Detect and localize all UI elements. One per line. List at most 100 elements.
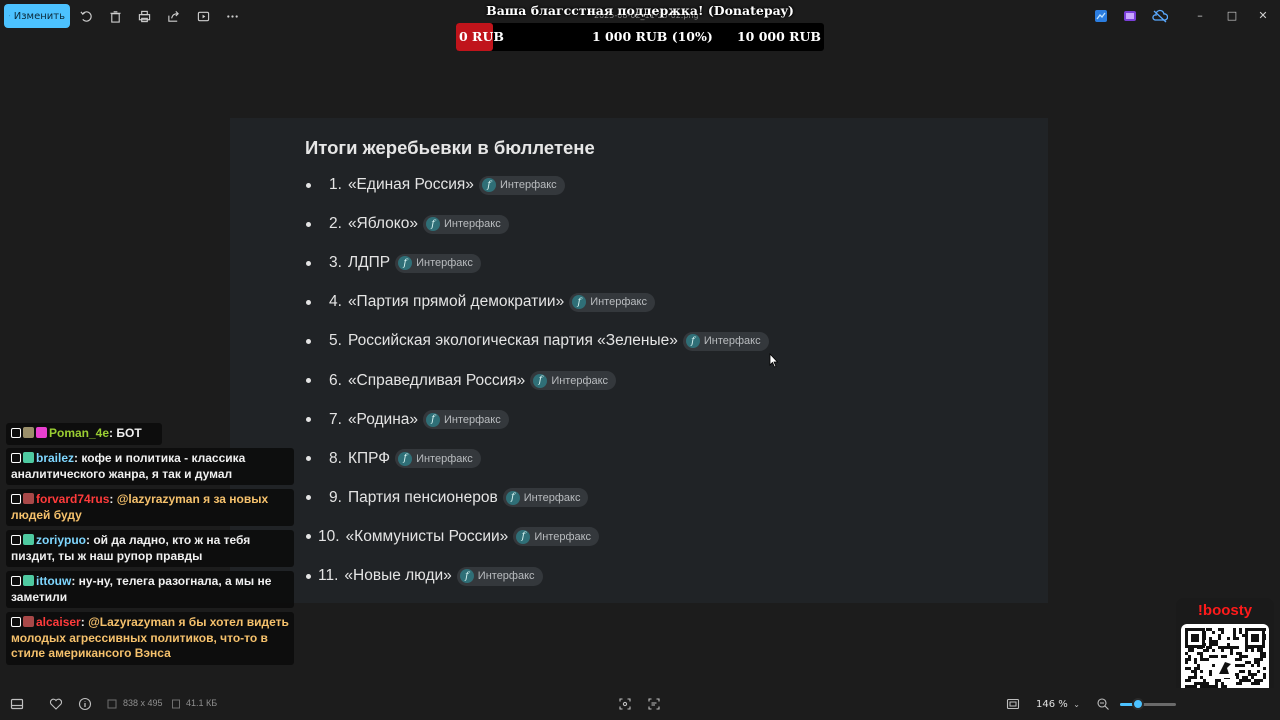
chat-message: zoriypuo: ой да ладно, кто ж на тебя пиз… — [6, 530, 294, 567]
party-name: Российская экологическая партия «Зеленые… — [347, 332, 678, 350]
party-name: ЛДПР — [347, 254, 391, 272]
dimensions-icon — [107, 699, 117, 709]
source-chip[interactable]: f Интерфакс — [513, 527, 600, 547]
party-list-item: 7. «Родина» f Интерфакс — [302, 409, 509, 431]
source-label: Интерфакс — [443, 218, 501, 231]
maximize-button[interactable]: □ — [1225, 9, 1239, 23]
chat-username: zoriypuo — [36, 533, 86, 547]
source-chip[interactable]: f Интерфакс — [395, 449, 481, 469]
party-list-item: 2. «Яблоко» f Интерфакс — [302, 213, 509, 235]
chat-message: brailez: кофе и политика - классика анал… — [6, 448, 294, 485]
party-name: «Новые люди» — [344, 567, 452, 584]
chat-text: БОТ — [116, 426, 142, 440]
boosty-title: !boosty — [1197, 602, 1253, 619]
party-list-item: 11. «Новые люди» f Интерфакс — [302, 565, 543, 587]
donation-title: Ваша благсстная поддержка! (Donatepay) — [486, 3, 794, 18]
clipchamp-icon[interactable] — [1123, 9, 1137, 23]
party-number: 10. — [318, 527, 340, 545]
delete-icon[interactable] — [107, 8, 123, 24]
edit-button[interactable]: Изменить — [4, 4, 70, 28]
party-name: «Коммунисты России» — [345, 527, 509, 545]
chat-message: Poman_4e: БОТ — [6, 423, 162, 445]
source-chip[interactable]: f Интерфакс — [456, 566, 543, 586]
source-label: Интерфакс — [416, 257, 473, 270]
donation-milestone: 1 000 RUB (10%) — [592, 29, 713, 44]
bullet-icon — [306, 299, 311, 305]
chat-username: alcaiser — [36, 615, 81, 629]
source-label: Интерфакс — [477, 570, 535, 582]
onedrive-offline-icon[interactable] — [1152, 9, 1168, 23]
user-badge-icon — [23, 427, 34, 438]
bullet-icon — [306, 456, 311, 462]
photos-viewer-window: Итоги жеребьевки в бюллетене 1. «Единая Р… — [0, 0, 1280, 720]
zoom-out-icon[interactable] — [1096, 697, 1110, 711]
zoom-level-dropdown[interactable]: 146 % ⌄ — [1028, 694, 1086, 714]
source-chip[interactable]: f Интерфакс — [478, 175, 565, 195]
zoom-level-value: 146 % — [1036, 698, 1068, 710]
party-name: «Партия прямой демократии» — [347, 293, 565, 311]
user-badge-icon — [23, 493, 34, 504]
zoom-slider[interactable] — [1120, 703, 1176, 706]
fit-to-window-icon[interactable] — [1006, 697, 1020, 711]
bullet-icon — [306, 495, 311, 501]
source-label: Интерфакс — [416, 452, 473, 465]
interfax-logo-icon: f — [425, 217, 440, 232]
party-number: 2. — [329, 215, 342, 233]
bullet-icon — [306, 378, 311, 383]
print-icon[interactable] — [136, 8, 152, 24]
party-list-item: 6. «Справедливая Россия» f Интерфакс — [302, 370, 617, 392]
minimize-button[interactable]: – — [1193, 9, 1207, 23]
source-chip[interactable]: f Интерфакс — [569, 292, 655, 312]
party-name: «Справедливая Россия» — [347, 371, 526, 389]
user-badge-icon — [23, 534, 34, 545]
chevron-down-icon: ⌄ — [1073, 699, 1080, 709]
party-number: 11. — [318, 567, 339, 584]
interfax-logo-icon: f — [398, 256, 413, 271]
info-icon[interactable] — [78, 697, 92, 711]
favorite-icon[interactable] — [49, 697, 63, 711]
interfax-logo-icon: f — [481, 178, 496, 192]
bullet-icon — [306, 417, 311, 423]
subscriber-badge-icon — [36, 427, 47, 438]
user-badge-icon — [23, 452, 34, 463]
party-name: «Родина» — [347, 410, 418, 428]
source-label: Интерфакс — [534, 530, 592, 543]
party-number: 1. — [329, 176, 342, 193]
crop-icon[interactable] — [618, 697, 632, 711]
image-dimensions: 838 x 495 — [123, 698, 163, 708]
visual-search-icon[interactable] — [647, 697, 661, 711]
party-list-item: 4. «Партия прямой демократии» f Интерфакс — [302, 291, 655, 313]
source-chip[interactable]: f Интерфакс — [682, 331, 769, 351]
source-chip[interactable]: f Интерфакс — [422, 214, 509, 234]
chat-username: forvard74rus — [36, 492, 110, 506]
interfax-logo-icon: f — [516, 529, 531, 544]
slideshow-icon[interactable] — [195, 8, 211, 24]
bullet-icon — [306, 182, 311, 188]
party-list-item: 9. Партия пенсионеров f Интерфакс — [302, 487, 589, 509]
bullet-icon — [306, 573, 311, 579]
source-chip[interactable]: f Интерфакс — [423, 410, 509, 430]
source-label: Интерфакс — [499, 179, 557, 191]
close-button[interactable]: ✕ — [1256, 9, 1270, 23]
party-number: 4. — [329, 293, 342, 311]
chat-username: brailez — [36, 451, 75, 465]
interfax-logo-icon: f — [533, 373, 548, 388]
party-list-item: 3. ЛДПР f Интерфакс — [302, 252, 481, 274]
filmstrip-icon[interactable] — [10, 697, 24, 711]
more-options-icon[interactable] — [224, 8, 240, 24]
source-label: Интерфакс — [551, 374, 609, 387]
rotate-icon[interactable] — [78, 8, 94, 24]
twitch-badge-icon — [11, 494, 21, 504]
bullet-icon — [306, 338, 311, 344]
source-chip[interactable]: f Интерфакс — [530, 371, 617, 390]
photos-app-icon[interactable] — [1094, 9, 1108, 23]
party-number: 6. — [329, 371, 342, 389]
source-chip[interactable]: f Интерфакс — [502, 488, 589, 508]
chat-message: forvard74rus: @lazyrazyman я за новых лю… — [6, 489, 294, 526]
interfax-logo-icon: f — [505, 490, 520, 505]
zoom-slider-thumb[interactable] — [1131, 698, 1144, 710]
share-icon[interactable] — [165, 8, 181, 24]
source-chip[interactable]: f Интерфакс — [395, 253, 481, 273]
party-name: Партия пенсионеров — [347, 488, 498, 506]
edit-button-label: Изменить — [13, 10, 65, 22]
